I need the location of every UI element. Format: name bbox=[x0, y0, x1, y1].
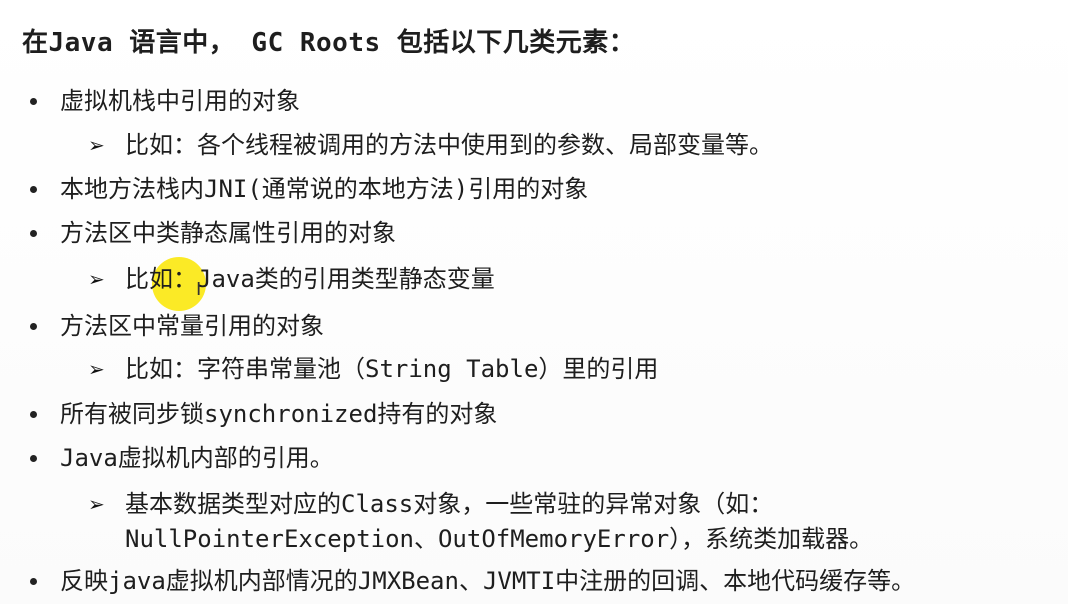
list-item: Java虚拟机内部的引用。 bbox=[60, 444, 334, 472]
bullet-icon bbox=[30, 230, 37, 237]
slide: 在Java 语言中， GC Roots 包括以下几类元素： 虚拟机栈中引用的对象… bbox=[0, 0, 1068, 604]
bullet-icon bbox=[30, 455, 37, 462]
list-item: 比如：字符串常量池（String Table）里的引用 bbox=[125, 355, 659, 383]
bullet-list: 虚拟机栈中引用的对象 ➢ 比如：各个线程被调用的方法中使用到的参数、局部变量等。… bbox=[0, 0, 1068, 604]
arrow-icon: ➢ bbox=[88, 357, 105, 381]
bullet-icon bbox=[30, 98, 37, 105]
text-ibeam-cursor-icon: I bbox=[196, 279, 202, 300]
list-item: 基本数据类型对应的Class对象，一些常驻的异常对象（如： bbox=[125, 490, 774, 518]
arrow-icon: ➢ bbox=[88, 133, 105, 157]
arrow-icon: ➢ bbox=[88, 267, 105, 291]
arrow-icon: ➢ bbox=[88, 492, 105, 516]
list-item: 方法区中常量引用的对象 bbox=[60, 312, 324, 340]
list-item: 所有被同步锁synchronized持有的对象 bbox=[60, 400, 498, 428]
list-item: 方法区中类静态属性引用的对象 bbox=[60, 219, 396, 247]
list-item: 比如：各个线程被调用的方法中使用到的参数、局部变量等。 bbox=[125, 131, 773, 159]
list-item: NullPointerException、OutOfMemoryError），系… bbox=[125, 525, 874, 553]
list-item: 虚拟机栈中引用的对象 bbox=[60, 87, 300, 115]
list-item: 反映java虚拟机内部情况的JMXBean、JVMTI中注册的回调、本地代码缓存… bbox=[60, 567, 916, 595]
bullet-icon bbox=[30, 323, 37, 330]
list-item: 本地方法栈内JNI(通常说的本地方法)引用的对象 bbox=[60, 175, 589, 203]
list-item: 比如：Java类的引用类型静态变量 bbox=[125, 265, 495, 293]
bullet-icon bbox=[30, 411, 37, 418]
bullet-icon bbox=[30, 578, 37, 585]
bullet-icon bbox=[30, 186, 37, 193]
